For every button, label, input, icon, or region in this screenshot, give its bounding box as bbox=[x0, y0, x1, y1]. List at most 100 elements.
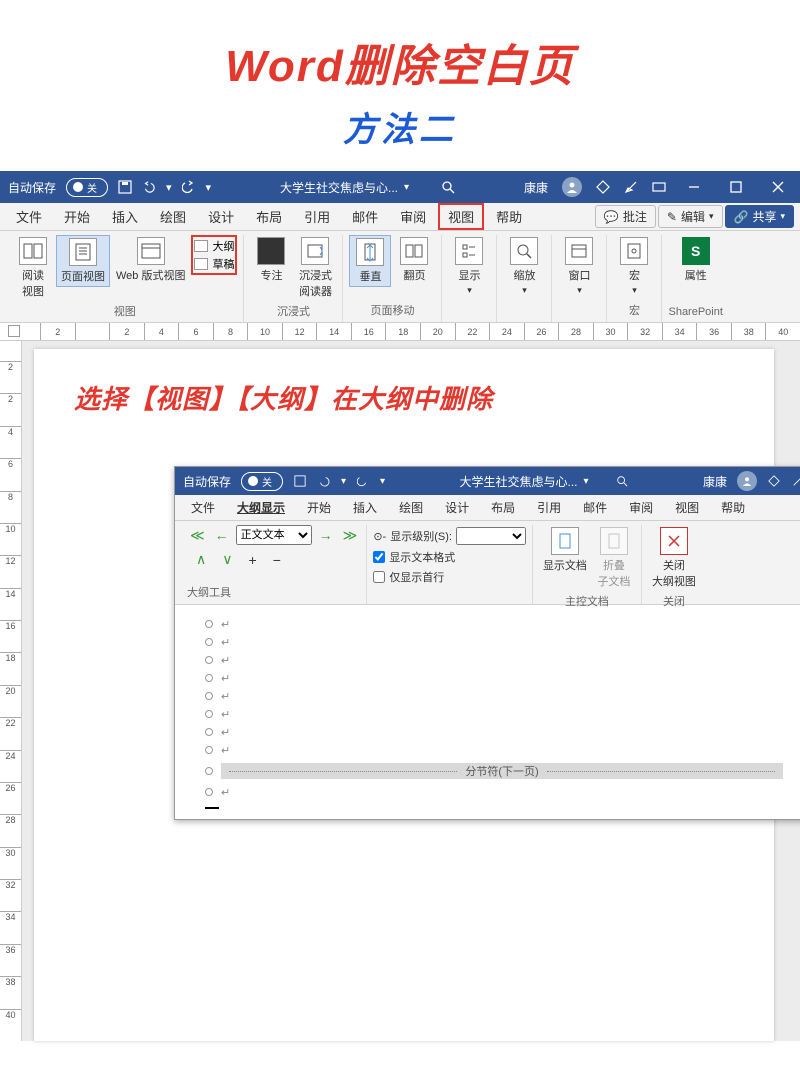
expand-icon[interactable]: + bbox=[246, 552, 260, 568]
tab-insert[interactable]: 插入 bbox=[102, 203, 148, 230]
close-group: 关闭 大纲视图 关闭 bbox=[642, 525, 706, 604]
outer-titlebar: 自动保存 关 ▾ ▾ 大学生社交焦虑与心... ▾ 康康 bbox=[0, 171, 800, 203]
save-icon[interactable] bbox=[118, 180, 132, 194]
page-move-group: 垂直 翻页 页面移动 bbox=[343, 235, 442, 322]
demote-double-icon[interactable]: ≫ bbox=[340, 527, 361, 544]
outer-tabbar: 文件 开始 插入 绘图 设计 布局 引用 邮件 审阅 视图 帮助 💬批注 ✎编辑… bbox=[0, 203, 800, 231]
maximize-button[interactable] bbox=[722, 173, 750, 201]
inner-autosave-toggle[interactable]: 关 bbox=[241, 472, 283, 491]
tab-mailings[interactable]: 邮件 bbox=[342, 203, 388, 230]
search-icon[interactable] bbox=[441, 180, 455, 194]
inner-titlebar: 自动保存 关 ▾ ▾ 大学生社交焦虑与心...▾ 康康 bbox=[175, 467, 800, 495]
outline-tools-group: ≪ ← 正文文本 → ≫ ∧ ∨ + − bbox=[181, 525, 367, 604]
inner-brush-icon[interactable] bbox=[791, 474, 800, 488]
level-select[interactable]: 正文文本 bbox=[236, 525, 312, 545]
inner-tab-file[interactable]: 文件 bbox=[181, 495, 225, 520]
window-button[interactable]: 窗口▾ bbox=[558, 235, 600, 298]
close-outline-button[interactable]: 关闭 大纲视图 bbox=[648, 525, 700, 591]
inner-undo-icon[interactable] bbox=[317, 474, 331, 488]
ribbon-display-icon[interactable] bbox=[652, 180, 666, 194]
window-group: 窗口▾ bbox=[552, 235, 607, 322]
promote-icon[interactable]: ← bbox=[212, 527, 232, 543]
comment-button[interactable]: 💬批注 bbox=[595, 205, 656, 228]
show-options-group: ⊙-显示级别(S): 显示文本格式 仅显示首行 bbox=[367, 525, 533, 604]
tab-file[interactable]: 文件 bbox=[6, 203, 52, 230]
draft-button[interactable]: 草稿 bbox=[194, 256, 234, 272]
doc-title: 大学生社交焦虑与心... bbox=[280, 179, 398, 196]
inner-tab-view[interactable]: 视图 bbox=[665, 495, 709, 520]
show-doc-button[interactable]: 显示文档 bbox=[539, 525, 591, 575]
show-button[interactable]: 显示▾ bbox=[448, 235, 490, 298]
page-view-button[interactable]: 页面视图 bbox=[56, 235, 110, 287]
brush-icon[interactable] bbox=[624, 180, 638, 194]
inner-save-icon[interactable] bbox=[293, 474, 307, 488]
section-break: 分节符(下一页) bbox=[221, 763, 783, 779]
immersive-reader-button[interactable]: 沉浸式 阅读器 bbox=[294, 235, 336, 301]
inner-tab-references[interactable]: 引用 bbox=[527, 495, 571, 520]
autosave-label: 自动保存 bbox=[8, 179, 56, 196]
inner-tab-outline-display[interactable]: 大纲显示 bbox=[227, 495, 295, 520]
views-group: 阅读 视图 页面视图 Web 版式视图 大纲 草稿 视图 bbox=[6, 235, 244, 322]
sharepoint-group: S属性 SharePoint bbox=[662, 235, 728, 322]
move-up-icon[interactable]: ∧ bbox=[193, 551, 209, 568]
show-firstline-checkbox[interactable] bbox=[373, 571, 385, 583]
inner-redo-icon[interactable] bbox=[356, 474, 370, 488]
outline-bullet-icon bbox=[205, 620, 213, 628]
tab-review[interactable]: 审阅 bbox=[390, 203, 436, 230]
demote-icon[interactable]: → bbox=[316, 527, 336, 543]
inner-tab-draw[interactable]: 绘图 bbox=[389, 495, 433, 520]
collapse-sub-button[interactable]: 折叠 子文档 bbox=[593, 525, 635, 591]
outer-ribbon: 阅读 视图 页面视图 Web 版式视图 大纲 草稿 视图 专注 沉浸式 阅读器 … bbox=[0, 231, 800, 323]
collapse-icon[interactable]: − bbox=[270, 552, 284, 568]
tab-design[interactable]: 设计 bbox=[198, 203, 244, 230]
inner-diamond-icon[interactable] bbox=[767, 474, 781, 488]
inner-avatar-icon[interactable] bbox=[737, 471, 757, 491]
inner-tab-layout[interactable]: 布局 bbox=[481, 495, 525, 520]
properties-button[interactable]: S属性 bbox=[675, 235, 717, 285]
edit-button[interactable]: ✎编辑▾ bbox=[658, 205, 723, 228]
macro-button[interactable]: 宏▾ bbox=[613, 235, 655, 298]
inner-tab-home[interactable]: 开始 bbox=[297, 495, 341, 520]
tab-home[interactable]: 开始 bbox=[54, 203, 100, 230]
minimize-button[interactable] bbox=[680, 173, 708, 201]
tab-draw[interactable]: 绘图 bbox=[150, 203, 196, 230]
diamond-icon[interactable] bbox=[596, 180, 610, 194]
undo-icon[interactable] bbox=[142, 180, 156, 194]
show-group: 显示▾ bbox=[442, 235, 497, 322]
zoom-button[interactable]: 缩放▾ bbox=[503, 235, 545, 298]
tab-help[interactable]: 帮助 bbox=[486, 203, 532, 230]
page-canvas: 选择【视图】【大纲】在大纲中删除 自动保存 关 ▾ ▾ 大学生社交焦虑与心...… bbox=[34, 349, 774, 1041]
zoom-group: 缩放▾ bbox=[497, 235, 552, 322]
show-formatting-checkbox[interactable] bbox=[373, 551, 385, 563]
tab-layout[interactable]: 布局 bbox=[246, 203, 292, 230]
user-avatar-icon[interactable] bbox=[562, 177, 582, 197]
flip-button[interactable]: 翻页 bbox=[393, 235, 435, 285]
close-button[interactable] bbox=[764, 173, 792, 201]
tutorial-title-area: Word删除空白页 方法二 bbox=[0, 0, 800, 171]
show-level-select[interactable] bbox=[456, 527, 526, 545]
inner-tab-insert[interactable]: 插入 bbox=[343, 495, 387, 520]
web-view-button[interactable]: Web 版式视图 bbox=[112, 235, 189, 285]
immersive-group: 专注 沉浸式 阅读器 沉浸式 bbox=[244, 235, 343, 322]
promote-double-icon[interactable]: ≪ bbox=[187, 527, 208, 544]
outline-button[interactable]: 大纲 bbox=[194, 238, 234, 254]
outline-body[interactable]: ↵ ↵ ↵ ↵ ↵ ↵ ↵ ↵ 分节符(下一页) ↵ bbox=[175, 605, 800, 819]
read-view-button[interactable]: 阅读 视图 bbox=[12, 235, 54, 301]
inner-search-icon[interactable] bbox=[615, 474, 629, 488]
tab-view[interactable]: 视图 bbox=[438, 203, 484, 230]
inner-word-window: 自动保存 关 ▾ ▾ 大学生社交焦虑与心...▾ 康康 bbox=[174, 466, 800, 820]
vertical-button[interactable]: 垂直 bbox=[349, 235, 391, 287]
focus-button[interactable]: 专注 bbox=[250, 235, 292, 285]
user-name: 康康 bbox=[524, 179, 548, 196]
master-doc-group: 显示文档 折叠 子文档 主控文档 bbox=[533, 525, 642, 604]
outline-draft-group: 大纲 草稿 bbox=[191, 235, 237, 275]
inner-tab-mailings[interactable]: 邮件 bbox=[573, 495, 617, 520]
share-button[interactable]: 🔗共享▾ bbox=[725, 205, 795, 228]
inner-tab-design[interactable]: 设计 bbox=[435, 495, 479, 520]
tab-references[interactable]: 引用 bbox=[294, 203, 340, 230]
inner-tab-help[interactable]: 帮助 bbox=[711, 495, 755, 520]
inner-tab-review[interactable]: 审阅 bbox=[619, 495, 663, 520]
autosave-toggle[interactable]: 关 bbox=[66, 178, 108, 197]
redo-icon[interactable] bbox=[182, 180, 196, 194]
move-down-icon[interactable]: ∨ bbox=[219, 551, 235, 568]
